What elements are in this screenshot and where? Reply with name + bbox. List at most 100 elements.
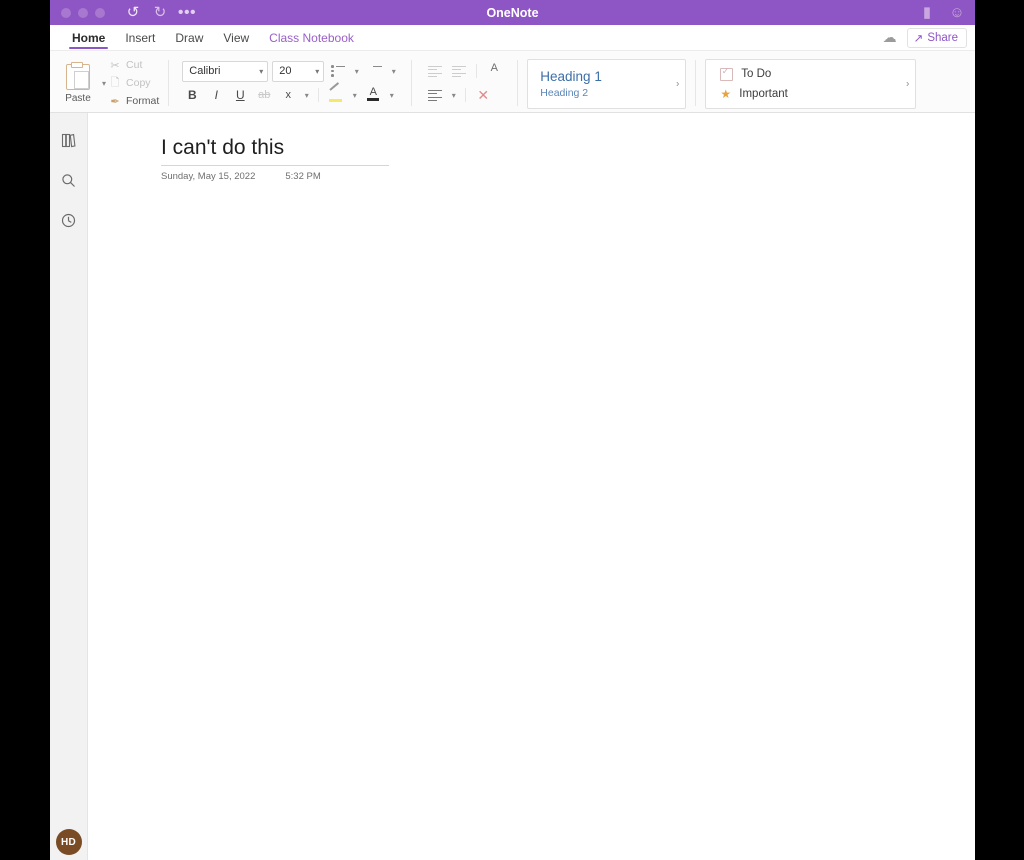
tab-insert[interactable]: Insert — [115, 25, 165, 50]
align-left-icon — [428, 89, 443, 102]
clear-formatting-icon: A — [490, 62, 498, 74]
font-name-value: Calibri — [189, 65, 221, 77]
numbered-list-icon — [368, 65, 383, 77]
scissors-icon: ✂ — [110, 59, 120, 72]
undo-icon[interactable]: ↺ — [125, 5, 141, 21]
increase-indent-button[interactable] — [449, 61, 469, 81]
feedback-smiley-icon[interactable]: ☺ — [949, 5, 965, 21]
ribbon-tab-bar: Home Insert Draw View Class Notebook ☁ ↗… — [50, 25, 975, 51]
styles-gallery[interactable]: Heading 1 Heading 2 › — [527, 59, 687, 109]
tab-view[interactable]: View — [213, 25, 259, 50]
cut-button[interactable]: ✂ Cut — [108, 57, 159, 73]
user-avatar[interactable]: HD — [55, 829, 82, 855]
font-name-select[interactable]: Calibri ▾ — [182, 60, 269, 82]
notebooks-icon[interactable] — [56, 127, 82, 153]
tag-important-label: Important — [739, 87, 788, 100]
font-inline-separator — [318, 88, 320, 102]
share-button[interactable]: ↗ Share — [906, 27, 967, 48]
alignment-caret[interactable]: ▾ — [449, 91, 458, 100]
tag-important[interactable]: ★ Important — [720, 87, 915, 101]
page-canvas[interactable]: I can't do this Sunday, May 15, 2022 5:3… — [88, 113, 975, 860]
tab-class-notebook[interactable]: Class Notebook — [259, 25, 364, 50]
bullet-list-button[interactable] — [328, 61, 348, 81]
share-label: Share — [927, 31, 958, 44]
tag-to-do[interactable]: To Do — [720, 66, 915, 81]
bullet-list-icon — [331, 65, 346, 77]
underline-button[interactable]: U — [230, 85, 250, 105]
page-header: I can't do this Sunday, May 15, 2022 5:3… — [161, 135, 391, 182]
ribbon-separator — [517, 60, 519, 106]
font-color-icon: A — [365, 86, 381, 103]
paste-dropdown-caret[interactable]: ▾ — [102, 79, 106, 88]
bold-button[interactable]: B — [182, 85, 202, 105]
ribbon-home: Paste ▾ ✂ Cut 🗋 Copy ✒ Format Calibri ▾ … — [50, 51, 975, 113]
font-size-value: 20 — [279, 65, 292, 77]
highlight-caret[interactable]: ▾ — [350, 91, 359, 100]
clipboard-commands: ✂ Cut 🗋 Copy ✒ Format — [108, 57, 159, 109]
redo-icon[interactable]: ↻ — [152, 5, 168, 21]
copy-button[interactable]: 🗋 Copy — [108, 75, 159, 91]
strikethrough-button[interactable]: ab — [254, 85, 274, 105]
more-options-icon[interactable]: ••• — [178, 4, 196, 21]
subscript-button[interactable]: x — [278, 85, 298, 105]
cut-label: Cut — [126, 59, 143, 71]
font-size-select[interactable]: 20 ▾ — [272, 60, 325, 82]
clear-formatting-button[interactable]: A — [484, 61, 504, 81]
paste-button[interactable]: Paste — [56, 62, 100, 104]
increase-indent-icon — [452, 65, 467, 78]
style-heading-1[interactable]: Heading 1 — [540, 68, 685, 86]
decrease-indent-button[interactable] — [425, 61, 445, 81]
titlebar-right-controls: ▮ ☺ — [919, 5, 965, 21]
paragraph-row-bottom: ▾ ✕ — [425, 85, 504, 105]
highlight-button[interactable] — [326, 82, 346, 105]
tag-to-do-label: To Do — [741, 68, 772, 80]
font-color-caret[interactable]: ▾ — [387, 91, 396, 100]
onenote-window: ↺ ↻ ••• OneNote ▮ ☺ Home Insert Draw Vie… — [50, 0, 975, 860]
numbered-list-caret[interactable]: ▾ — [389, 67, 398, 76]
style-heading-2[interactable]: Heading 2 — [540, 86, 685, 100]
window-controls[interactable] — [61, 7, 105, 18]
page-timestamp: Sunday, May 15, 2022 5:32 PM — [161, 166, 391, 182]
tags-expand-icon[interactable]: › — [906, 79, 909, 90]
alignment-button[interactable] — [425, 85, 445, 105]
numbered-list-button[interactable] — [365, 61, 385, 81]
tab-draw[interactable]: Draw — [165, 25, 213, 50]
font-row-top: Calibri ▾ 20 ▾ ▾ ▾ — [182, 60, 398, 82]
font-color-button[interactable]: A — [363, 85, 383, 105]
styles-group: Heading 1 Heading 2 › — [521, 54, 692, 112]
paragraph-group: A ▾ ✕ — [415, 54, 514, 112]
font-group: Calibri ▾ 20 ▾ ▾ ▾ B I U ab x ▾ ▾ A ▾ — [172, 54, 408, 112]
tags-gallery[interactable]: To Do ★ Important › — [705, 59, 917, 109]
copy-icon: 🗋 — [110, 76, 120, 89]
italic-button[interactable]: I — [206, 85, 226, 105]
ribbon-separator — [411, 60, 413, 106]
clipboard-group: Paste ▾ ✂ Cut 🗋 Copy ✒ Format — [50, 54, 165, 112]
paste-icon — [66, 62, 90, 90]
page-date[interactable]: Sunday, May 15, 2022 — [161, 171, 255, 182]
copy-label: Copy — [126, 77, 151, 89]
notification-icon[interactable]: ▮ — [919, 5, 935, 21]
bullet-list-caret[interactable]: ▾ — [352, 67, 361, 76]
chevron-down-icon: ▾ — [259, 66, 264, 76]
subscript-caret[interactable]: ▾ — [302, 91, 311, 100]
chevron-down-icon: ▾ — [315, 66, 320, 76]
tab-home[interactable]: Home — [62, 25, 115, 50]
checkbox-icon — [720, 66, 734, 81]
page-time[interactable]: 5:32 PM — [285, 171, 320, 182]
remove-tag-button[interactable]: ✕ — [473, 85, 493, 105]
recent-notes-icon[interactable] — [56, 207, 82, 233]
navigation-rail: HD — [50, 113, 88, 860]
minimize-window-button[interactable] — [78, 7, 88, 18]
ribbon-separator — [695, 60, 697, 106]
format-painter-button[interactable]: ✒ Format — [108, 93, 159, 109]
maximize-window-button[interactable] — [95, 7, 105, 18]
search-icon[interactable] — [56, 167, 82, 193]
cloud-sync-icon[interactable]: ☁ — [883, 29, 897, 46]
paste-label: Paste — [65, 93, 91, 104]
paragraph-controls: A ▾ ✕ — [421, 61, 508, 105]
format-painter-icon: ✒ — [110, 95, 120, 108]
styles-expand-icon[interactable]: › — [676, 79, 679, 90]
close-window-button[interactable] — [61, 7, 71, 18]
paragraph-inline-separator-2 — [465, 88, 467, 102]
page-title[interactable]: I can't do this — [161, 135, 391, 165]
